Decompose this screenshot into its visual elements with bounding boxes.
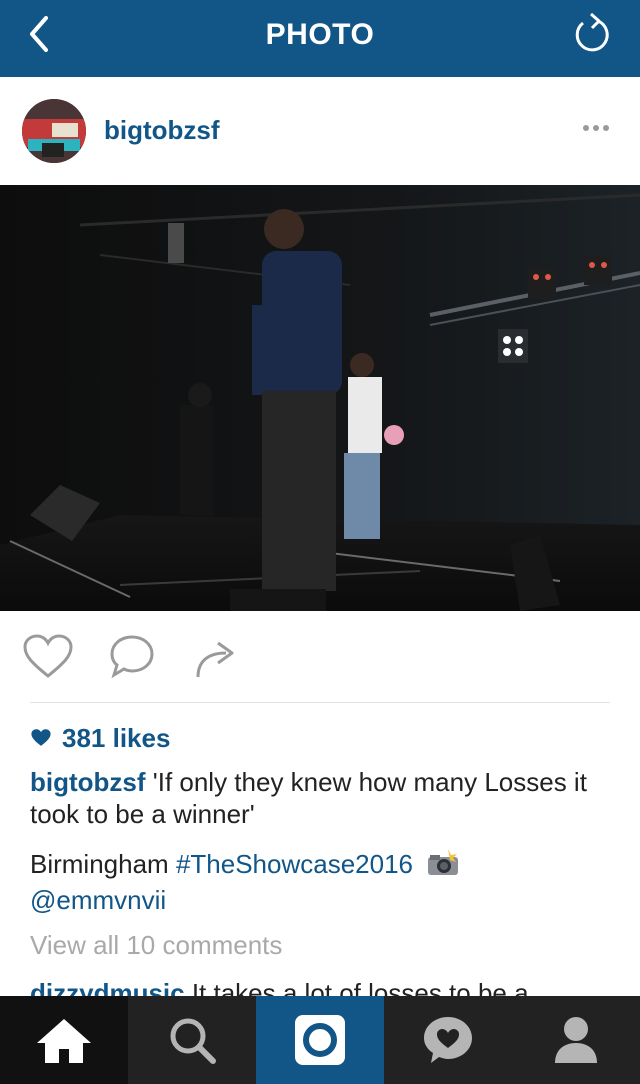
tab-explore[interactable] [128, 996, 256, 1084]
share-button[interactable] [190, 633, 242, 681]
tab-activity[interactable] [384, 996, 512, 1084]
tab-profile[interactable] [512, 996, 640, 1084]
bottom-tab-bar [0, 996, 640, 1084]
avatar-image [22, 99, 86, 163]
post-actions [0, 611, 640, 703]
view-all-comments-link[interactable]: View all 10 comments [30, 930, 282, 961]
share-arrow-icon [196, 641, 234, 678]
search-icon [170, 1018, 216, 1064]
top-nav-bar: PHOTO [0, 0, 640, 77]
camera-icon [295, 1015, 345, 1065]
post-header: bigtobzsf [0, 77, 640, 185]
first-comment: dizzydmusic It takes a lot of losses to … [30, 976, 630, 996]
caption-username[interactable]: bigtobzsf [30, 767, 146, 797]
likes-label: 381 likes [62, 722, 171, 753]
likes-count[interactable]: 381 likes [30, 722, 170, 754]
comment-text: It takes a lot of losses to be a [184, 978, 529, 996]
like-button[interactable] [22, 633, 74, 681]
comment-button[interactable] [106, 633, 158, 681]
post-caption: bigtobzsf 'If only they knew how many Lo… [30, 766, 610, 830]
location-text: Birmingham [30, 849, 176, 879]
tab-camera[interactable] [256, 996, 384, 1084]
more-options-button[interactable] [582, 121, 610, 133]
more-options-icon [583, 125, 609, 131]
mention-link[interactable]: @emmvnvii [30, 885, 166, 915]
tab-home[interactable] [0, 996, 128, 1084]
heart-icon [23, 634, 73, 678]
post-photo[interactable] [0, 185, 640, 611]
post-username[interactable]: bigtobzsf [104, 115, 220, 146]
camera-emoji-icon [428, 849, 459, 875]
heart-filled-icon [31, 729, 51, 746]
page-title: PHOTO [265, 18, 375, 51]
divider [30, 702, 610, 703]
post-caption-tags: Birmingham #TheShowcase2016 @emmvnvii [30, 846, 610, 918]
comment-username[interactable]: dizzydmusic [30, 978, 185, 996]
comment-bubble-icon [110, 635, 154, 679]
hashtag-link[interactable]: #TheShowcase2016 [176, 849, 413, 879]
home-icon [37, 1019, 91, 1063]
refresh-button[interactable] [572, 12, 612, 54]
person-icon [555, 1017, 597, 1063]
heart-bubble-icon [424, 1017, 472, 1063]
refresh-icon [575, 12, 609, 52]
stage-photo [0, 185, 640, 611]
avatar[interactable] [22, 99, 86, 163]
